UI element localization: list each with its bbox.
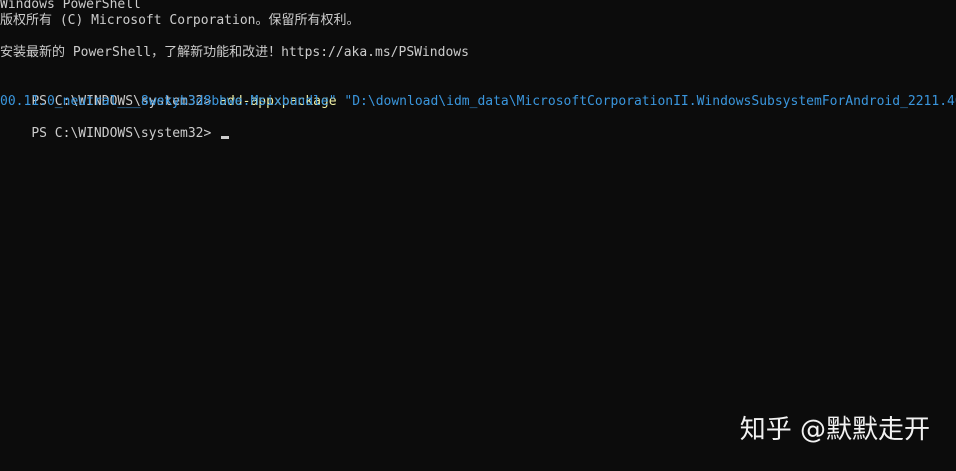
powershell-console[interactable]: Windows PowerShell 版权所有 (C) Microsoft Co…	[0, 0, 956, 471]
watermark: 知乎 @默默走开	[739, 415, 930, 445]
command-argument: "D:\download\idm_data\MicrosoftCorporati…	[336, 94, 956, 109]
text-cursor	[221, 136, 230, 139]
copyright-line: 版权所有 (C) Microsoft Corporation。保留所有权利。	[0, 13, 360, 28]
console-title-line: Windows PowerShell	[0, 0, 141, 12]
active-prompt-line[interactable]: PS C:\WINDOWS\system32>	[0, 110, 230, 141]
prompt: PS C:\WINDOWS\system32>	[31, 126, 220, 141]
command-line: PS C:\WINDOWS\system32> add-appxpackage …	[0, 78, 956, 109]
command-argument-continuation: 00.11.0_neutral___8wekyb3d8bbwe.Msixbund…	[0, 94, 337, 109]
install-hint-line: 安装最新的 PowerShell，了解新功能和改进！https://aka.ms…	[0, 45, 469, 60]
